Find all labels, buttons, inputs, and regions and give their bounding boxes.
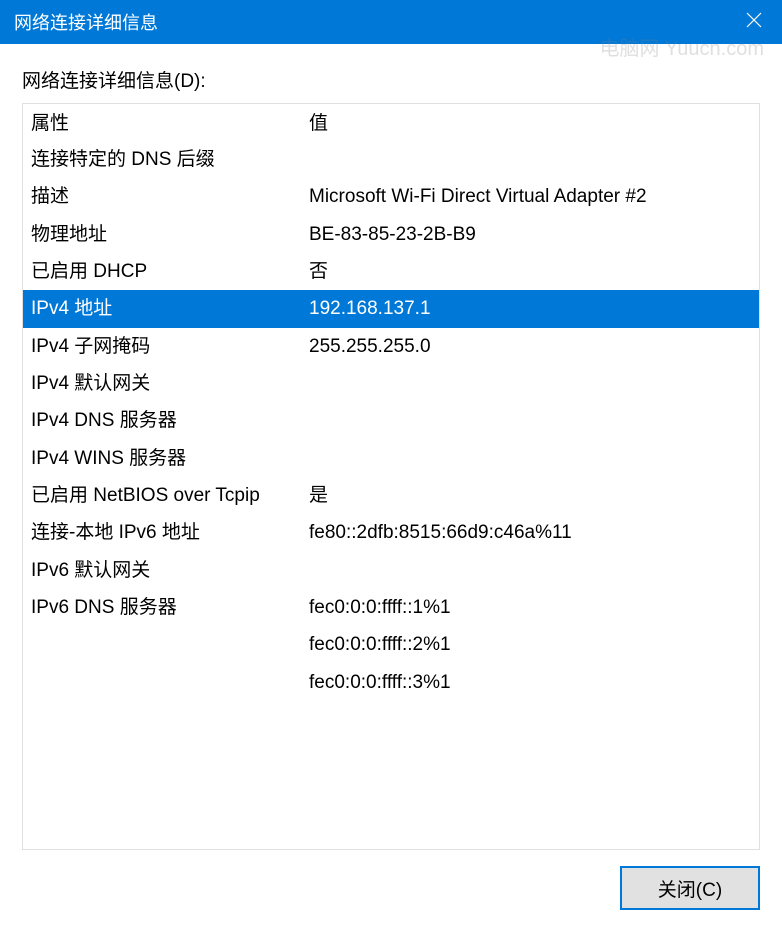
row-value: fec0:0:0:ffff::1%1: [309, 592, 759, 623]
row-value: BE-83-85-23-2B-B9: [309, 219, 759, 250]
row-property: IPv4 默认网关: [31, 368, 309, 399]
dialog-footer: 关闭(C): [22, 850, 760, 910]
table-row[interactable]: IPv6 默认网关: [23, 552, 759, 589]
row-property: 描述: [31, 181, 309, 212]
header-value[interactable]: 值: [309, 108, 759, 135]
row-property: [31, 667, 309, 698]
row-value: [309, 368, 759, 399]
table-row[interactable]: 描述Microsoft Wi-Fi Direct Virtual Adapter…: [23, 178, 759, 215]
row-value: [309, 144, 759, 175]
row-property: IPv4 子网掩码: [31, 331, 309, 362]
row-property: IPv4 DNS 服务器: [31, 405, 309, 436]
row-value: 192.168.137.1: [309, 293, 759, 324]
table-row[interactable]: 已启用 DHCP否: [23, 253, 759, 290]
row-property: 已启用 NetBIOS over Tcpip: [31, 480, 309, 511]
table-row[interactable]: 连接-本地 IPv6 地址fe80::2dfb:8515:66d9:c46a%1…: [23, 514, 759, 551]
row-property: IPv6 DNS 服务器: [31, 592, 309, 623]
table-header: 属性 值: [23, 104, 759, 141]
table-row[interactable]: IPv4 WINS 服务器: [23, 440, 759, 477]
row-value: fec0:0:0:ffff::3%1: [309, 667, 759, 698]
row-value: [309, 405, 759, 436]
close-icon: [746, 12, 762, 33]
close-button[interactable]: 关闭(C): [620, 866, 760, 910]
row-value: fe80::2dfb:8515:66d9:c46a%11: [309, 517, 759, 548]
row-value: 否: [309, 256, 759, 287]
table-body: 连接特定的 DNS 后缀描述Microsoft Wi-Fi Direct Vir…: [23, 141, 759, 849]
row-property: IPv6 默认网关: [31, 555, 309, 586]
window-close-button[interactable]: [726, 0, 782, 44]
header-property[interactable]: 属性: [31, 108, 309, 135]
table-row[interactable]: 物理地址BE-83-85-23-2B-B9: [23, 216, 759, 253]
row-property: 已启用 DHCP: [31, 256, 309, 287]
row-value: Microsoft Wi-Fi Direct Virtual Adapter #…: [309, 181, 759, 212]
row-value: 是: [309, 480, 759, 511]
row-value: [309, 443, 759, 474]
table-row[interactable]: fec0:0:0:ffff::2%1: [23, 626, 759, 663]
row-value: [309, 555, 759, 586]
details-listview[interactable]: 属性 值 连接特定的 DNS 后缀描述Microsoft Wi-Fi Direc…: [22, 103, 760, 850]
row-property: [31, 629, 309, 660]
row-property: 连接-本地 IPv6 地址: [31, 517, 309, 548]
row-value: fec0:0:0:ffff::2%1: [309, 629, 759, 660]
window-title: 网络连接详细信息: [14, 9, 726, 35]
row-property: 连接特定的 DNS 后缀: [31, 144, 309, 175]
table-row[interactable]: 已启用 NetBIOS over Tcpip是: [23, 477, 759, 514]
row-value: 255.255.255.0: [309, 331, 759, 362]
row-property: IPv4 WINS 服务器: [31, 443, 309, 474]
table-row[interactable]: IPv6 DNS 服务器fec0:0:0:ffff::1%1: [23, 589, 759, 626]
table-row[interactable]: IPv4 默认网关: [23, 365, 759, 402]
table-row[interactable]: IPv4 DNS 服务器: [23, 402, 759, 439]
titlebar: 网络连接详细信息: [0, 0, 782, 44]
table-row[interactable]: 连接特定的 DNS 后缀: [23, 141, 759, 178]
table-row[interactable]: fec0:0:0:ffff::3%1: [23, 664, 759, 701]
row-property: 物理地址: [31, 219, 309, 250]
table-row[interactable]: IPv4 子网掩码255.255.255.0: [23, 328, 759, 365]
table-row[interactable]: IPv4 地址192.168.137.1: [23, 290, 759, 327]
row-property: IPv4 地址: [31, 293, 309, 324]
section-label: 网络连接详细信息(D):: [22, 66, 760, 93]
dialog-content: 网络连接详细信息(D): 属性 值 连接特定的 DNS 后缀描述Microsof…: [0, 44, 782, 928]
